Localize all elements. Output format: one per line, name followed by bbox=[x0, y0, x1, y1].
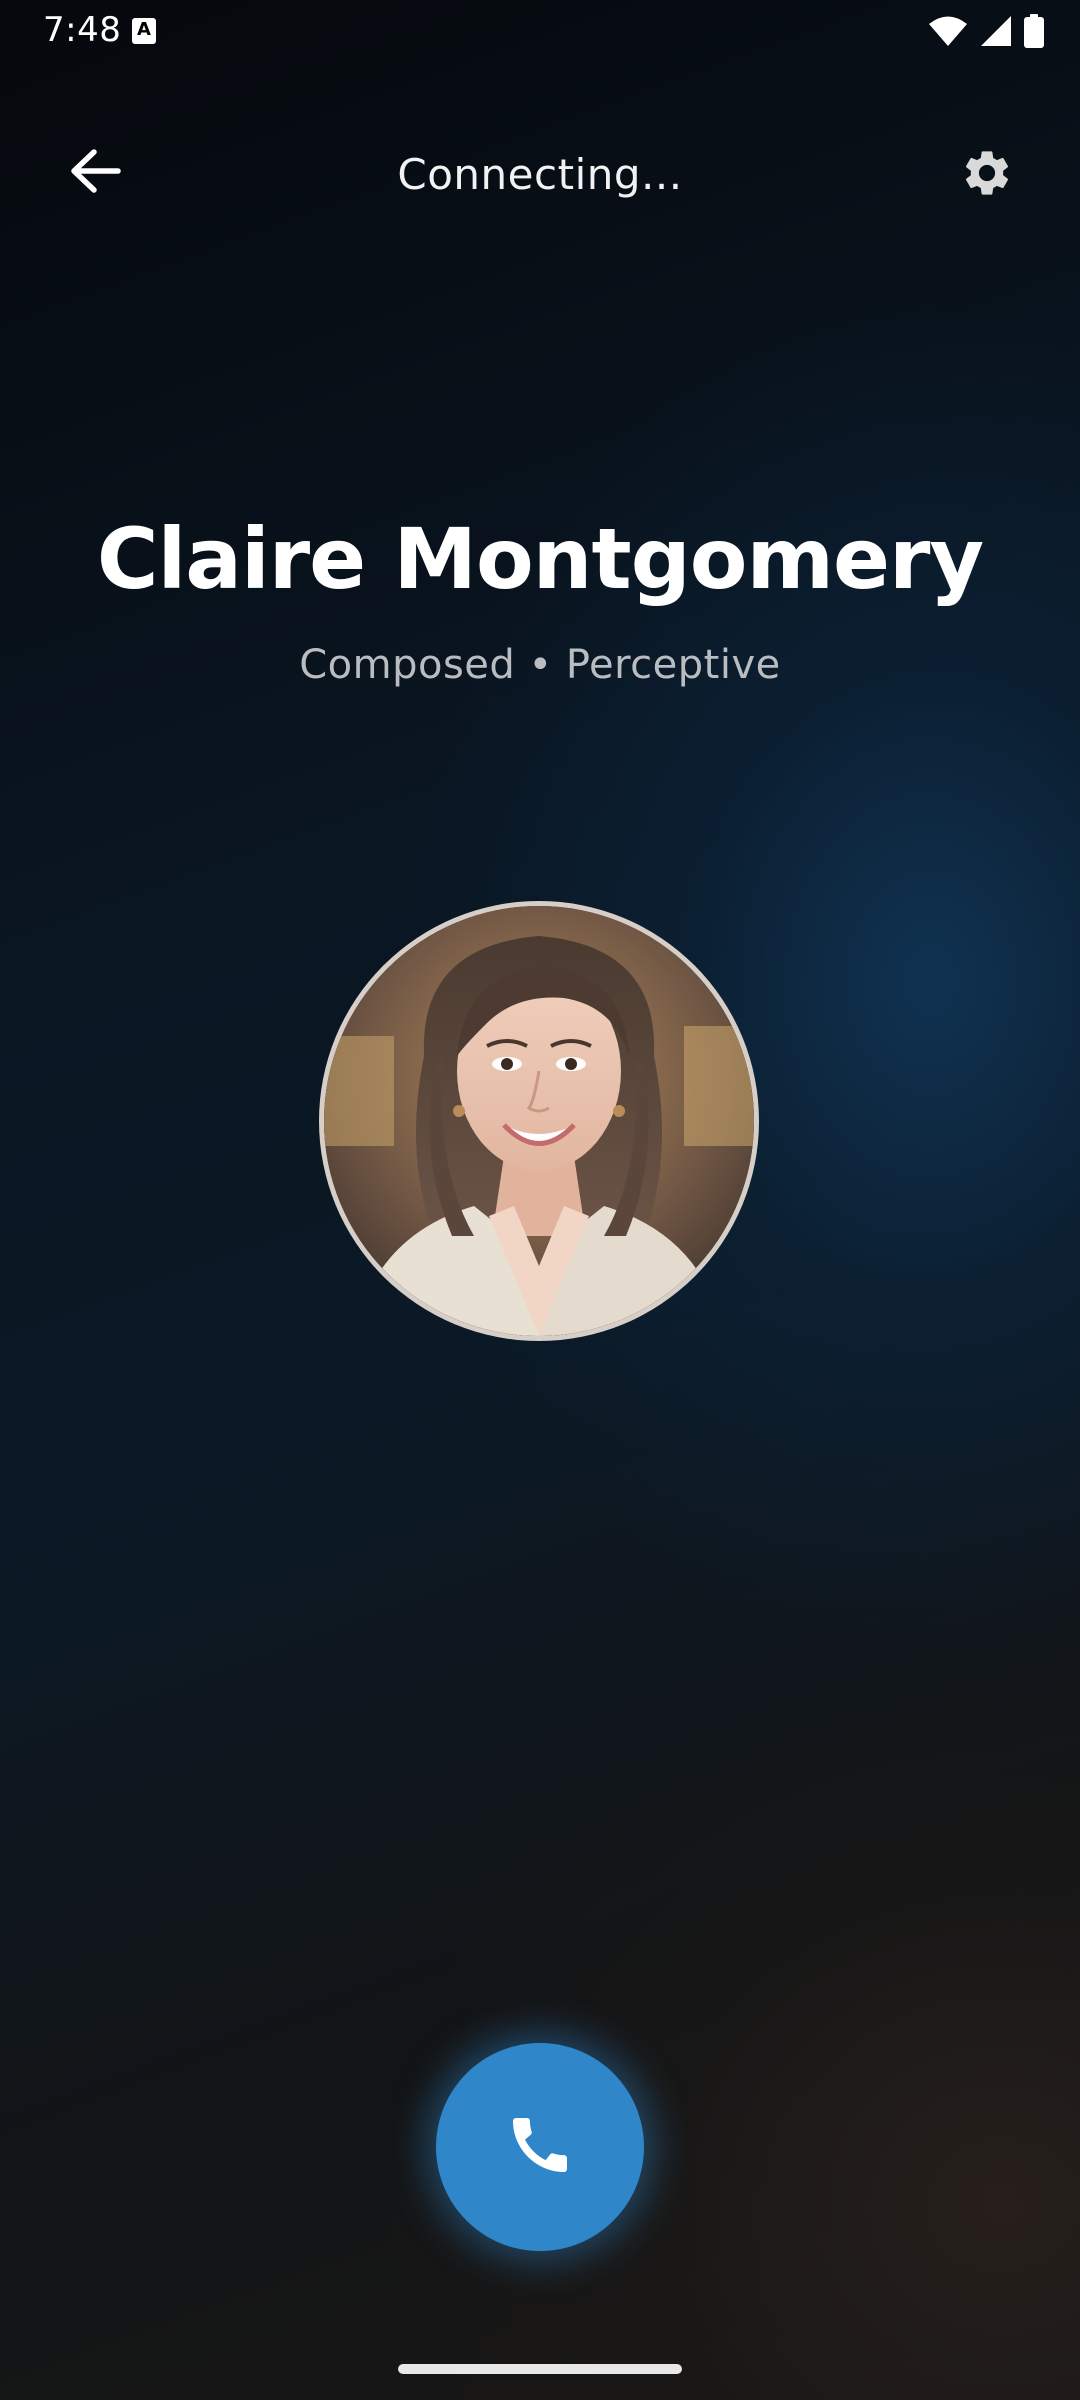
signal-icon bbox=[980, 15, 1012, 47]
wifi-icon bbox=[928, 15, 968, 47]
contact-name: Claire Montgomery bbox=[96, 510, 984, 608]
phone-icon bbox=[504, 2109, 576, 2185]
settings-button[interactable] bbox=[942, 130, 1032, 220]
a-icon: A bbox=[132, 18, 156, 44]
gear-icon bbox=[960, 146, 1014, 204]
avatar bbox=[324, 906, 754, 1336]
battery-icon bbox=[1024, 14, 1044, 48]
status-time: 7:48 bbox=[43, 10, 122, 50]
gesture-bar[interactable] bbox=[398, 2364, 682, 2374]
top-app-bar: Connecting... bbox=[0, 130, 1080, 226]
avatar-portrait bbox=[324, 906, 754, 1336]
page-title: Connecting... bbox=[397, 150, 683, 199]
call-button[interactable] bbox=[436, 2043, 644, 2251]
status-bar: 7:48 A bbox=[0, 0, 1080, 62]
status-icons bbox=[928, 14, 1044, 48]
contact-traits: Composed • Perceptive bbox=[299, 642, 781, 688]
